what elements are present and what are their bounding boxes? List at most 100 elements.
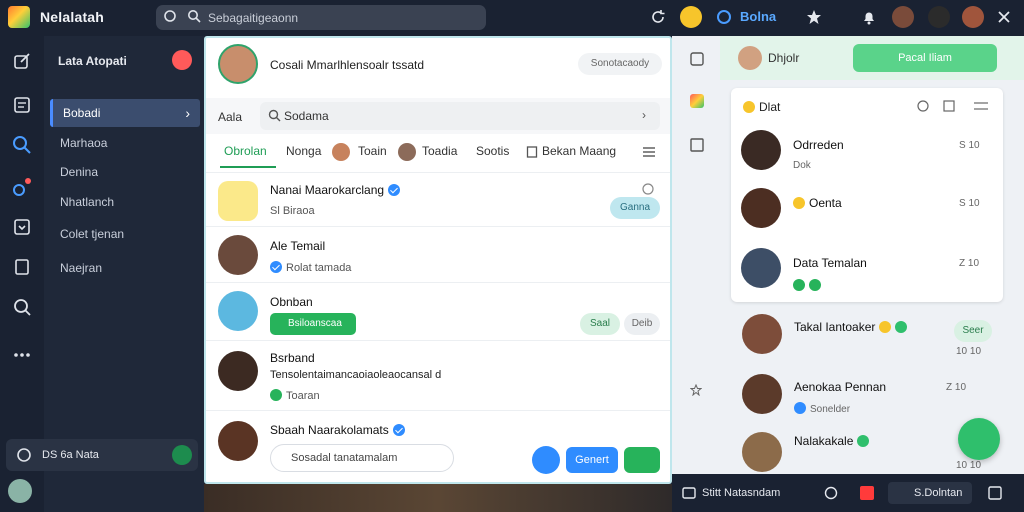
chat-icon	[164, 10, 176, 22]
search-icon[interactable]	[715, 7, 733, 27]
status-pill[interactable]: Seer	[954, 320, 992, 342]
apps-icon[interactable]	[690, 94, 704, 108]
menu-icon[interactable]	[642, 146, 656, 158]
brand-label: Bolna	[740, 9, 777, 24]
contact-name[interactable]: Data Temalan	[793, 256, 867, 270]
avatar[interactable]	[962, 6, 984, 28]
tab-toadia[interactable]: Toadia	[422, 144, 457, 158]
mic-button[interactable]	[532, 446, 560, 474]
send-button[interactable]: Genert	[566, 447, 618, 473]
status-pill[interactable]: Ganna	[610, 197, 660, 219]
nav-item-bobadi[interactable]: Bobadi ›	[50, 99, 200, 127]
inbox-icon[interactable]	[682, 486, 696, 500]
tab-bottom[interactable]: S.Dolntan	[888, 482, 972, 504]
avatar	[218, 421, 258, 461]
action-pill[interactable]: Saal	[580, 313, 620, 335]
status-pill[interactable]: Sonotacaody	[578, 53, 662, 75]
arrow-icon[interactable]: ›	[642, 108, 646, 122]
bottom-tab-label: S.Dolntan	[914, 487, 963, 499]
list-icon[interactable]	[11, 94, 33, 116]
document-icon[interactable]	[11, 256, 33, 278]
expand-icon[interactable]	[988, 486, 1002, 500]
window-icon[interactable]	[690, 52, 704, 66]
verified-icon	[388, 184, 401, 196]
tab-obrolan[interactable]: Obrolan	[224, 144, 267, 158]
action-pill[interactable]: Deib	[624, 313, 660, 335]
nav-item-label: Denina	[60, 165, 99, 179]
avatar[interactable]	[8, 479, 32, 503]
edit-icon[interactable]	[943, 100, 955, 112]
message-input[interactable]	[270, 444, 454, 472]
avatar[interactable]	[742, 432, 782, 472]
nav-item-colet[interactable]: Colet tjenan	[50, 220, 200, 248]
conversation-preview: Rolat tamada	[270, 261, 351, 274]
avatar[interactable]	[741, 248, 781, 288]
conversation-row[interactable]: Obnban Bsiloanscaa Saal Deib	[206, 282, 670, 340]
conversation-meta: Toaran	[270, 389, 320, 402]
document-icon[interactable]	[690, 138, 704, 152]
send-icon[interactable]	[624, 447, 660, 473]
conversation-name: Obnban	[270, 295, 313, 309]
contact-name[interactable]: Aenokaa Pennan	[794, 380, 886, 394]
nav-item-denina[interactable]: Denina	[50, 158, 200, 186]
top-search-input[interactable]	[156, 5, 486, 30]
search-icon	[268, 109, 281, 122]
contact-time: Z 10	[946, 382, 967, 393]
status-icons	[793, 276, 825, 294]
tag-label[interactable]: Bsiloanscaa	[270, 313, 356, 335]
contact-name[interactable]: Nalakakale	[794, 434, 873, 448]
zoom-icon[interactable]	[11, 296, 33, 318]
nav-item-marhaoa[interactable]: Marhaoa	[50, 129, 200, 157]
tab-indicator	[220, 166, 276, 168]
header-action-button[interactable]: Pacal Iliam	[853, 44, 997, 72]
nav-item-naejran[interactable]: Naejran	[50, 254, 200, 282]
more-icon[interactable]	[11, 344, 33, 366]
clock-icon[interactable]	[917, 100, 929, 112]
avatar[interactable]	[892, 6, 914, 28]
tab-nonga[interactable]: Nonga	[286, 144, 321, 158]
contact-name[interactable]: Takal Iantoaker	[794, 320, 911, 334]
contacts-card: Dlat Odrreden Dok S 10 Oenta S 10 Data T…	[731, 88, 1003, 302]
star-icon[interactable]	[806, 7, 822, 27]
tab-bekan-maang[interactable]: Bekan Maang	[542, 144, 616, 158]
conversation-row[interactable]: Bsrband Tensolentaimancaoiaoleaocansal d…	[206, 340, 670, 410]
avatar	[218, 351, 258, 391]
avatar[interactable]	[741, 188, 781, 228]
bell-icon[interactable]	[860, 7, 878, 27]
info-icon[interactable]	[642, 183, 654, 195]
avatar[interactable]	[928, 6, 950, 28]
tab-sootis[interactable]: Sootis	[476, 144, 509, 158]
contact-name[interactable]: Odrreden	[793, 138, 844, 152]
app-logo	[8, 6, 30, 28]
avatar[interactable]	[742, 314, 782, 354]
flag-icon[interactable]	[860, 486, 874, 500]
download-icon[interactable]	[11, 216, 33, 238]
menu-icon[interactable]	[973, 100, 989, 112]
avatar[interactable]	[741, 130, 781, 170]
new-chat-button[interactable]	[958, 418, 1000, 460]
link-icon[interactable]	[11, 176, 33, 198]
tab-toain[interactable]: Toain	[358, 144, 387, 158]
star-icon[interactable]	[690, 384, 702, 396]
check-icon	[270, 389, 282, 401]
compose-icon[interactable]	[11, 50, 33, 72]
contact-time: S 10	[959, 198, 980, 209]
account-label: DS 6a Nata	[42, 449, 99, 461]
conversation-row[interactable]: Ale Temail Rolat tamada	[206, 226, 670, 282]
close-icon[interactable]	[997, 7, 1011, 27]
nav-item-nhatlanch[interactable]: Nhatlanch	[50, 188, 200, 216]
avatar[interactable]	[742, 374, 782, 414]
right-header: Dhjolr Pacal Iliam	[720, 36, 1024, 80]
card-title: Dlat	[743, 100, 780, 114]
search-row: Aala ›	[206, 98, 670, 134]
emoji-icon[interactable]	[680, 6, 702, 28]
conversation-search-input[interactable]	[260, 102, 660, 130]
conversation-row[interactable]: Nanai Maarokarclang Sl Biraoa Ganna	[206, 172, 670, 226]
verified-icon	[392, 424, 405, 436]
refresh-icon[interactable]	[650, 7, 666, 27]
tab-bar: Obrolan Nonga Toain Toadia Sootis Bekan …	[206, 138, 670, 170]
clock-icon[interactable]	[824, 486, 838, 500]
contact-name[interactable]: Oenta	[793, 196, 842, 210]
account-switcher[interactable]: DS 6a Nata	[6, 439, 198, 471]
search-icon[interactable]	[11, 134, 33, 156]
